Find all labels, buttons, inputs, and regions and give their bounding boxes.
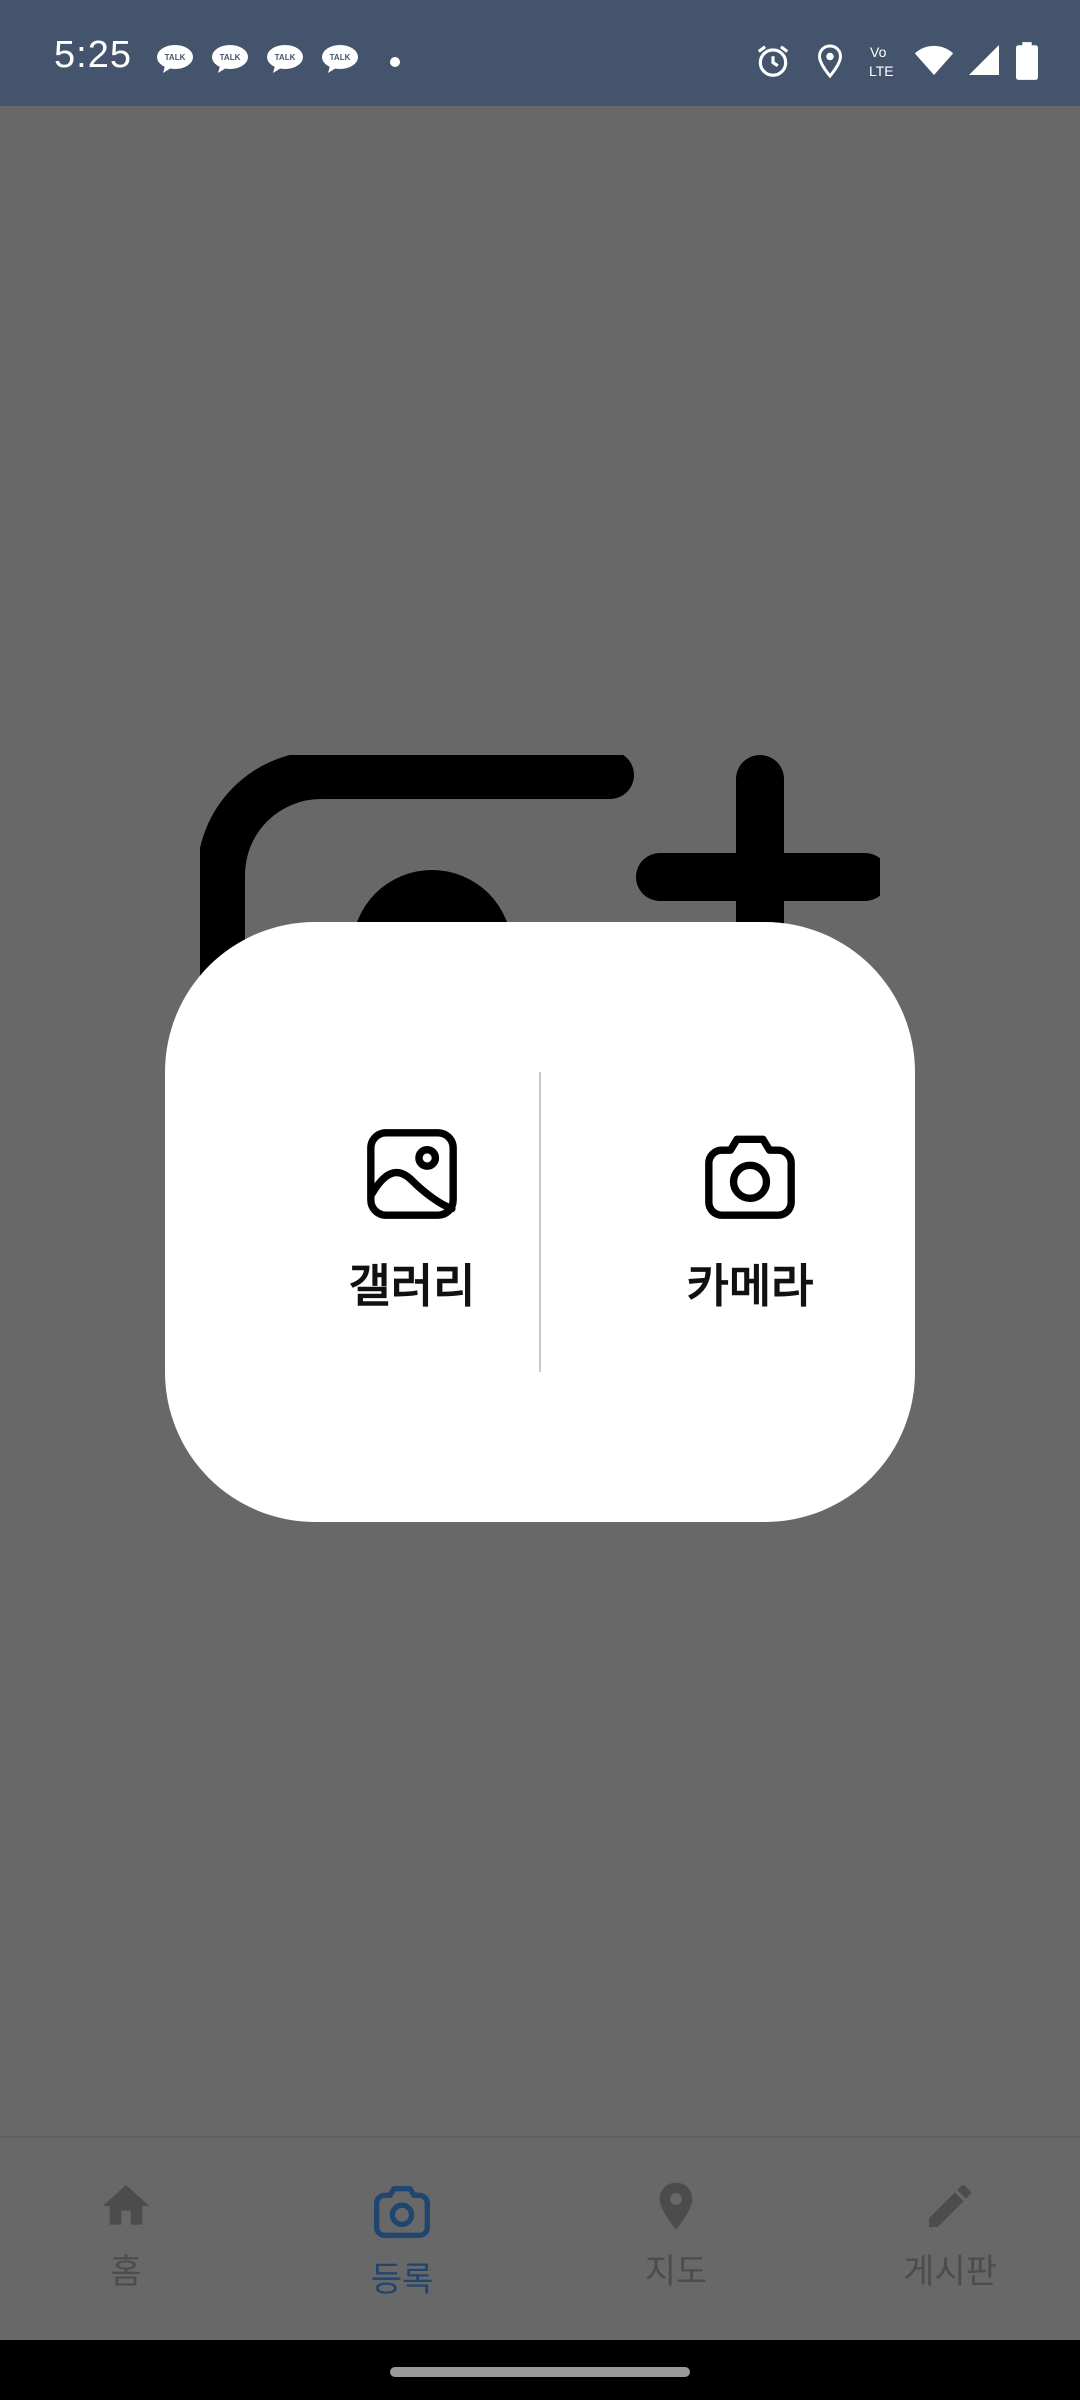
camera-icon [705,1135,795,1219]
volte-icon: Vo LTE [869,44,894,79]
volte-icon-bottom-text: LTE [869,63,894,79]
pencil-icon [929,2184,972,2227]
nav-label-register: 등록 [370,2260,434,2300]
bottom-navigation: 홈 등록 지도 게시판 [0,2136,1080,2340]
status-bar: 5:25 TALK TALK TALK TALK Vo LTE [0,0,1080,106]
nav-item-register[interactable]: 등록 [312,2178,492,2308]
signal-icon [969,45,999,75]
talk-icon: TALK [157,45,193,73]
battery-icon [1016,42,1038,80]
wifi-icon [914,45,954,75]
map-pin-icon [659,2182,693,2230]
nav-item-map[interactable]: 지도 [586,2178,766,2308]
nav-label-home: 홈 [110,2252,142,2292]
home-icon [102,2185,150,2225]
talk-icon: TALK [212,45,248,73]
gallery-label: 갤러리 [348,1259,476,1313]
talk-icon: TALK [322,45,358,73]
nav-label-board: 게시판 [903,2252,997,2292]
status-time: 5:25 [54,34,132,76]
alarm-icon [757,45,789,77]
gallery-option[interactable]: 갤러리 [287,1122,537,1362]
talk-icon: TALK [267,45,303,73]
talk-icon-text: TALK [330,53,351,62]
image-source-dialog: 갤러리 카메라 [165,922,915,1522]
talk-icon-text: TALK [165,53,186,62]
volte-icon-top-text: Vo [870,44,887,60]
talk-icon-text: TALK [220,53,241,62]
image-icon [367,1129,457,1219]
option-divider [539,1072,541,1372]
nav-label-map: 지도 [644,2252,708,2292]
nav-item-home[interactable]: 홈 [36,2178,216,2308]
camera-option[interactable]: 카메라 [625,1122,875,1362]
home-gesture-handle[interactable] [390,2367,690,2377]
camera-label: 카메라 [686,1259,814,1313]
more-notifications-dot [390,57,400,67]
talk-icon-text: TALK [275,53,296,62]
location-icon [817,44,843,79]
nav-item-board[interactable]: 게시판 [860,2178,1040,2308]
camera-icon [374,2186,430,2238]
